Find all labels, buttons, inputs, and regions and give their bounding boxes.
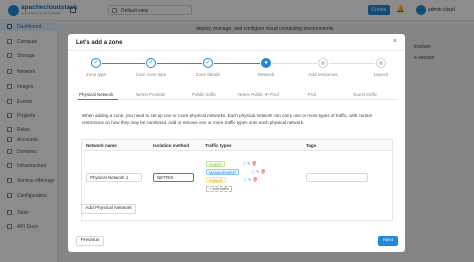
step-label: Network: [257, 72, 275, 77]
tab-public-traffic[interactable]: Public traffic: [192, 92, 216, 97]
check-icon: ✓: [205, 60, 211, 66]
check-icon: ✓: [93, 60, 99, 66]
step-connector: [272, 63, 317, 64]
step-label: Zone type: [85, 72, 106, 77]
header-isolation-method: Isolation method: [153, 143, 189, 148]
next-button[interactable]: Next: [378, 236, 398, 246]
tab-pod[interactable]: Pod: [308, 92, 316, 97]
step-launch[interactable]: [376, 58, 386, 68]
step-core-zone-type[interactable]: ✓: [146, 58, 156, 68]
traffic-tag-guest[interactable]: GUEST: [206, 161, 226, 167]
delete-icon[interactable]: 🗑: [253, 177, 258, 182]
description-line-2: restrictions on how they may be combined…: [82, 120, 305, 125]
network-name-input[interactable]: Physical Network 1: [86, 173, 142, 182]
step-label: Launch: [373, 72, 389, 77]
tab-netris-public-ip-pool[interactable]: Netris Public IP Pool: [238, 92, 279, 97]
add-physical-network-button[interactable]: Add Physical Network: [81, 204, 136, 214]
previous-button[interactable]: Previous: [76, 236, 104, 246]
subtab-divider: [76, 99, 397, 100]
add-traffic-button[interactable]: + Add traffic: [206, 186, 233, 192]
isolation-method-input[interactable]: NETRIS: [153, 173, 194, 182]
step-current-icon: ●: [264, 60, 268, 66]
tags-input[interactable]: [306, 173, 368, 182]
modal-divider: [68, 50, 405, 51]
step-zone-details[interactable]: ✓: [203, 58, 213, 68]
step-label: Zone details: [195, 72, 221, 77]
tab-physical-network[interactable]: Physical Network: [79, 92, 114, 97]
step-add-resources[interactable]: [318, 58, 328, 68]
delete-icon[interactable]: 🗑: [252, 161, 257, 166]
active-subtab-indicator: [78, 99, 118, 100]
traffic-tag-actions: ⓘ ✎ 🗑: [243, 177, 258, 183]
check-icon: ✓: [148, 60, 154, 66]
step-label: Add resources: [308, 72, 338, 77]
traffic-tag-actions: ⓘ ✎ 🗑: [242, 161, 257, 167]
tab-guest-traffic[interactable]: Guest traffic: [353, 92, 377, 97]
step-label: Core zone type: [135, 72, 167, 77]
header-tags: Tags: [306, 143, 317, 148]
step-network[interactable]: ●: [261, 58, 271, 68]
step-connector: [102, 63, 145, 64]
traffic-tag-public[interactable]: PUBLIC: [206, 177, 226, 183]
table-header-row: Network name Isolation method Traffic ty…: [82, 140, 392, 151]
description-line-1: When adding a zone, you need to set up o…: [82, 113, 373, 118]
add-zone-modal: Let's add a zone × ✓ Zone type ✓ Core zone …: [68, 34, 405, 252]
close-icon[interactable]: ×: [393, 38, 397, 46]
step-connector: [157, 63, 202, 64]
step-zone-type[interactable]: ✓: [91, 58, 101, 68]
modal-title: Let's add a zone: [76, 40, 123, 46]
header-network-name: Network name: [86, 143, 117, 148]
step-connector: [329, 63, 375, 64]
traffic-tag-actions: ⓘ ✎ 🗑: [251, 169, 266, 175]
step-pending-dot: [321, 61, 325, 65]
step-pending-dot: [379, 61, 383, 65]
tab-netris-provider[interactable]: Netris Provider: [136, 92, 166, 97]
traffic-tag-management[interactable]: MANAGEMENT: [206, 169, 240, 175]
delete-icon[interactable]: 🗑: [261, 169, 266, 174]
step-connector: [214, 63, 260, 64]
header-traffic-types: Traffic types: [205, 143, 232, 148]
